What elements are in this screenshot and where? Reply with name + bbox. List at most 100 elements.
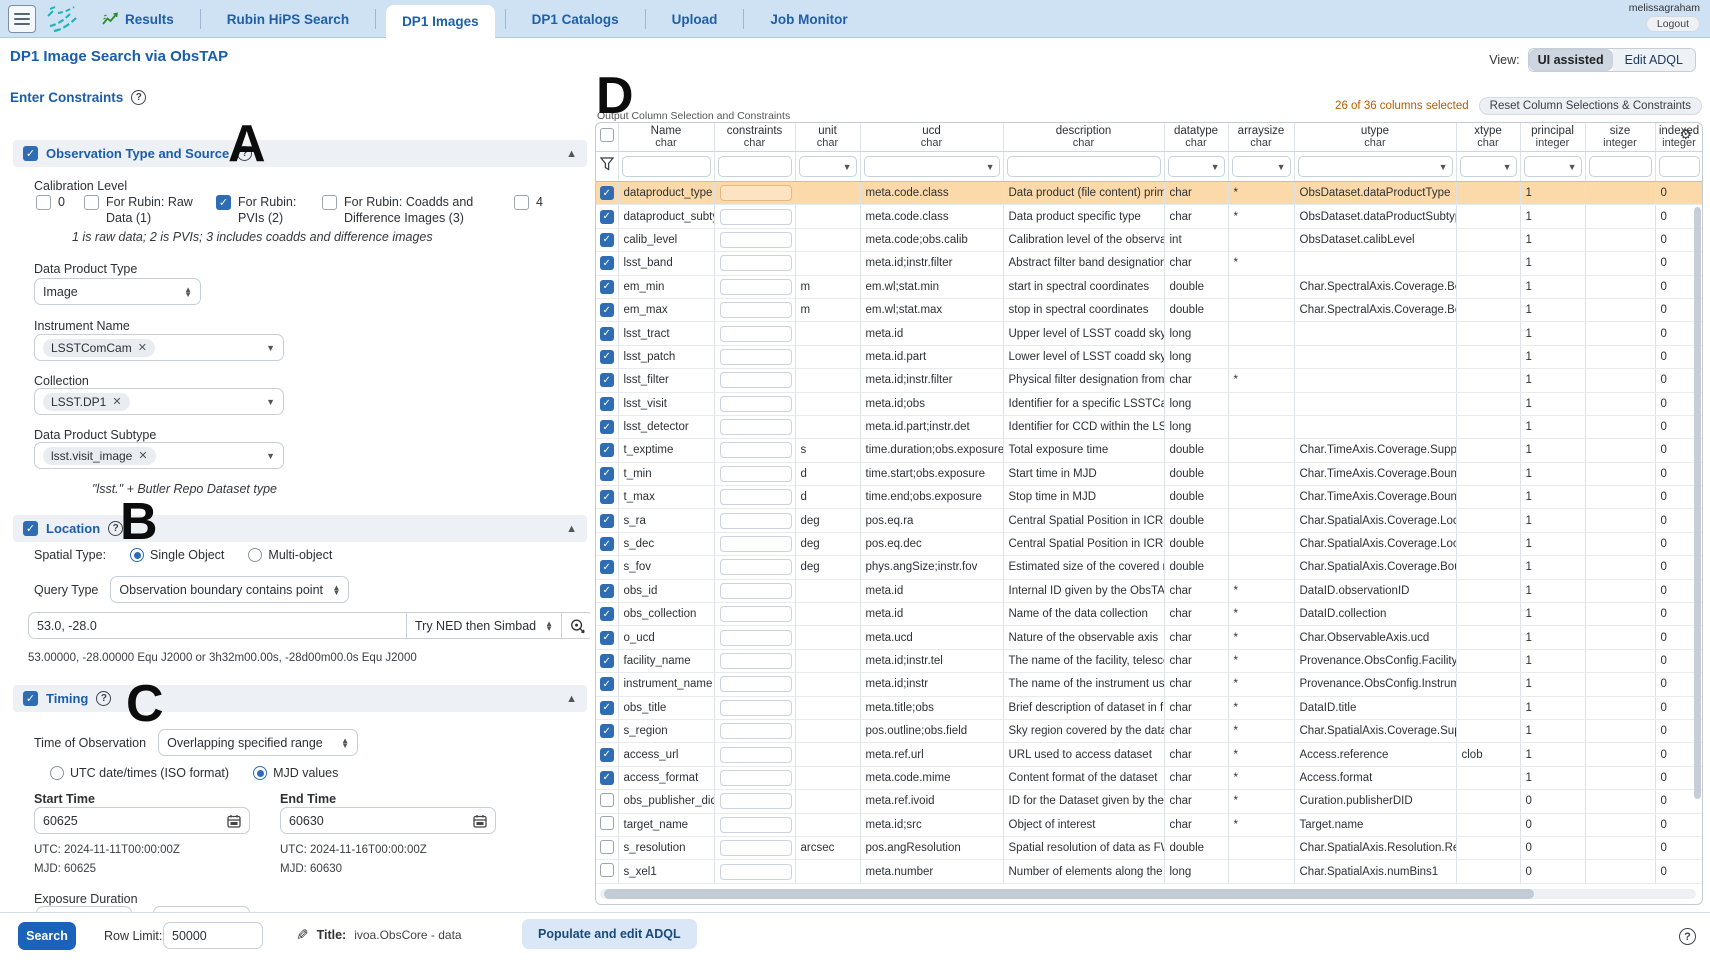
- row-checkbox-t_max[interactable]: ✓: [600, 490, 614, 504]
- section-timing-header[interactable]: ✓ Timing ? ▲: [13, 685, 587, 712]
- checkbox-icon[interactable]: ✓: [216, 195, 231, 210]
- row-checkbox-obs_collection[interactable]: ✓: [600, 607, 614, 621]
- column-header-unit[interactable]: unitchar: [795, 123, 860, 152]
- utc-format-radio[interactable]: UTC date/times (ISO format): [50, 766, 229, 780]
- constraint-input-dataproduct_subtype[interactable]: [720, 209, 792, 225]
- constraint-input-lsst_visit[interactable]: [720, 396, 792, 412]
- hamburger-menu-icon[interactable]: [8, 5, 36, 33]
- column-header-arraysize[interactable]: arraysizechar: [1228, 123, 1294, 152]
- query-type-select[interactable]: Observation boundary contains point ▲▼: [110, 576, 349, 603]
- filter-input-indexed[interactable]: [1659, 156, 1700, 177]
- row-checkbox-dataproduct_subtype[interactable]: ✓: [600, 210, 614, 224]
- constraint-input-o_ucd[interactable]: [720, 630, 792, 646]
- row-checkbox-instrument_name[interactable]: ✓: [600, 677, 614, 691]
- row-checkbox-s_ra[interactable]: ✓: [600, 514, 614, 528]
- mjd-values-radio[interactable]: MJD values: [253, 766, 338, 780]
- constraint-input-s_region[interactable]: [720, 723, 792, 739]
- section-timing-help-icon[interactable]: ?: [96, 691, 111, 706]
- constraint-input-s_ra[interactable]: [720, 513, 792, 529]
- constraint-input-obs_title[interactable]: [720, 700, 792, 716]
- section-timing-collapse-icon[interactable]: ▲: [566, 693, 577, 705]
- spatial-multi-object-radio[interactable]: Multi-object: [248, 548, 332, 562]
- row-limit-input[interactable]: 50000: [163, 922, 263, 949]
- constraint-input-lsst_filter[interactable]: [720, 372, 792, 388]
- constraint-input-access_format[interactable]: [720, 770, 792, 786]
- row-checkbox-access_format[interactable]: ✓: [600, 771, 614, 785]
- reset-columns-button[interactable]: Reset Column Selections & Constraints: [1479, 97, 1702, 115]
- row-checkbox-s_dec[interactable]: ✓: [600, 537, 614, 551]
- filter-input-utype[interactable]: ▼: [1298, 156, 1453, 177]
- constraint-input-t_max[interactable]: [720, 489, 792, 505]
- row-checkbox-obs_publisher_did[interactable]: [600, 793, 614, 807]
- constraint-input-s_xel1[interactable]: [720, 864, 792, 880]
- filter-input-unit[interactable]: ▼: [799, 156, 857, 177]
- constraint-input-em_min[interactable]: [720, 279, 792, 295]
- row-checkbox-s_fov[interactable]: ✓: [600, 560, 614, 574]
- calendar-icon[interactable]: [227, 814, 241, 828]
- collection-select[interactable]: LSST.DP1 ✕ ▼: [34, 388, 284, 415]
- constraint-input-lsst_band[interactable]: [720, 255, 792, 271]
- filter-input-name[interactable]: [622, 156, 711, 177]
- row-checkbox-lsst_patch[interactable]: ✓: [600, 350, 614, 364]
- calibration-checkbox-0[interactable]: 0: [36, 195, 70, 211]
- constraint-input-s_dec[interactable]: [720, 536, 792, 552]
- checkbox-icon[interactable]: [322, 195, 337, 210]
- column-header-datatype[interactable]: datatypechar: [1164, 123, 1228, 152]
- page-help-icon[interactable]: ?: [1679, 928, 1696, 945]
- section-observation-type-header[interactable]: ✓ Observation Type and Source ? ▲: [13, 140, 587, 167]
- column-header-utype[interactable]: utypechar: [1294, 123, 1456, 152]
- filter-input-xtype[interactable]: ▼: [1460, 156, 1517, 177]
- constraint-input-access_url[interactable]: [720, 747, 792, 763]
- calibration-checkbox-3[interactable]: For Rubin: Coadds and Difference Images …: [322, 195, 500, 226]
- constraint-input-t_min[interactable]: [720, 466, 792, 482]
- table-options-gear-icon[interactable]: ⚙: [1679, 126, 1692, 143]
- constraint-input-lsst_detector[interactable]: [720, 419, 792, 435]
- constraint-input-obs_publisher_did[interactable]: [720, 793, 792, 809]
- checkbox-icon[interactable]: [36, 195, 51, 210]
- section-timing-checkbox[interactable]: ✓: [23, 691, 38, 706]
- column-header-xtype[interactable]: xtypechar: [1456, 123, 1520, 152]
- row-checkbox-dataproduct_type[interactable]: ✓: [600, 186, 614, 200]
- row-checkbox-target_name[interactable]: [600, 816, 614, 830]
- row-checkbox-t_exptime[interactable]: ✓: [600, 443, 614, 457]
- constraint-input-calib_level[interactable]: [720, 232, 792, 248]
- row-checkbox-calib_level[interactable]: ✓: [600, 233, 614, 247]
- section-location-checkbox[interactable]: ✓: [23, 521, 38, 536]
- constraint-input-obs_id[interactable]: [720, 583, 792, 599]
- row-checkbox-lsst_band[interactable]: ✓: [600, 256, 614, 270]
- checkbox-icon[interactable]: [84, 195, 99, 210]
- row-checkbox-t_min[interactable]: ✓: [600, 467, 614, 481]
- row-checkbox-em_max[interactable]: ✓: [600, 303, 614, 317]
- start-time-input[interactable]: 60625: [34, 807, 250, 834]
- column-header-principal[interactable]: principalinteger: [1520, 123, 1585, 152]
- tab-upload[interactable]: Upload: [656, 0, 734, 38]
- row-checkbox-lsst_visit[interactable]: ✓: [600, 397, 614, 411]
- row-checkbox-s_xel1[interactable]: [600, 863, 614, 877]
- filter-input-constraints[interactable]: [718, 156, 792, 177]
- section-location-header[interactable]: ✓ Location ? ▲: [13, 515, 587, 542]
- view-ui-assisted-button[interactable]: UI assisted: [1529, 49, 1613, 71]
- column-header-ucd[interactable]: ucdchar: [860, 123, 1003, 152]
- row-checkbox-em_min[interactable]: ✓: [600, 280, 614, 294]
- constraint-input-target_name[interactable]: [720, 817, 792, 833]
- vertical-scrollbar[interactable]: [1694, 207, 1701, 799]
- remove-chip-icon[interactable]: ✕: [112, 395, 121, 408]
- column-header-description[interactable]: descriptionchar: [1003, 123, 1164, 152]
- tab-rubin-hips-search[interactable]: Rubin HiPS Search: [211, 0, 365, 38]
- filter-input-datatype[interactable]: ▼: [1168, 156, 1225, 177]
- section-location-help-icon[interactable]: ?: [108, 521, 123, 536]
- tab-dp1-images[interactable]: DP1 Images: [386, 5, 495, 38]
- logout-button[interactable]: Logout: [1646, 16, 1700, 32]
- constraint-input-lsst_patch[interactable]: [720, 349, 792, 365]
- time-of-observation-select[interactable]: Overlapping specified range ▲▼: [158, 729, 358, 756]
- spatial-single-object-radio[interactable]: Single Object: [130, 548, 224, 562]
- section-observation-type-help-icon[interactable]: ?: [237, 146, 252, 161]
- column-header-constraints[interactable]: constraintschar: [714, 123, 795, 152]
- constraint-input-facility_name[interactable]: [720, 653, 792, 669]
- filter-input-size[interactable]: [1589, 156, 1652, 177]
- view-edit-adql-button[interactable]: Edit ADQL: [1613, 49, 1695, 71]
- select-all-checkbox[interactable]: [600, 128, 614, 142]
- constraint-input-t_exptime[interactable]: [720, 442, 792, 458]
- filter-input-description[interactable]: [1007, 156, 1161, 177]
- edit-title-pencil-icon[interactable]: ✎: [296, 926, 309, 944]
